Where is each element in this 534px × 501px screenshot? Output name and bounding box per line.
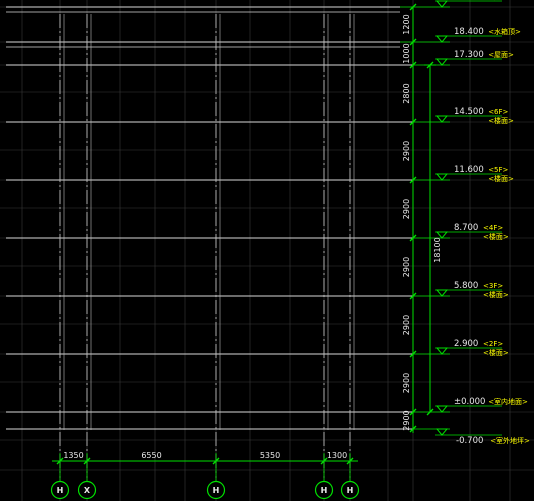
vertical-dim-value: 2900 xyxy=(402,141,411,161)
vertical-dim-value: 1000 xyxy=(402,43,411,63)
level-elevation: 17.300 xyxy=(454,50,484,60)
level-tag: <2F> xyxy=(483,340,503,348)
horizontal-dim-value: 1350 xyxy=(63,451,83,460)
vertical-dim-value: 1200 xyxy=(402,14,411,34)
level-elevation: 19.600 xyxy=(454,0,484,2)
horizontal-dim-value: 5350 xyxy=(260,451,280,460)
level-tag: <6F> xyxy=(488,108,508,116)
vertical-dim-value: 2900 xyxy=(402,199,411,219)
level-elevation: 11.600 xyxy=(454,165,484,175)
level-sub-tag: <楼面> xyxy=(483,348,509,357)
level-tag: <4F> xyxy=(483,224,503,232)
level-elevation: 2.900 xyxy=(454,339,478,349)
level-elevation: 5.800 xyxy=(454,281,478,291)
drawing-background xyxy=(0,0,534,501)
axis-label: H xyxy=(213,486,220,495)
level-elevation: 8.700 xyxy=(454,223,478,233)
axis-label: H xyxy=(57,486,64,495)
total-height-value: 18100 xyxy=(433,237,442,262)
vertical-dim-value: 2900 xyxy=(402,373,411,393)
level-tag: <5F> xyxy=(488,166,508,174)
level-tag: <室内地面> xyxy=(488,397,528,406)
level-tag: <屋面> xyxy=(488,51,514,59)
level-sub-tag: <楼面> xyxy=(488,116,514,125)
level-elevation: -0.700 xyxy=(456,436,483,446)
vertical-dim-value: 2900 xyxy=(402,315,411,335)
level-elevation: 14.500 xyxy=(454,107,484,117)
vertical-dim-value: 2800 xyxy=(402,83,411,103)
vertical-dim-value: 2900 xyxy=(402,410,411,430)
axis-label: H xyxy=(321,486,328,495)
elevation-drawing: 120010002800290029002900290029002900700 … xyxy=(0,0,534,501)
axis-label: H xyxy=(347,486,354,495)
level-tag: <3F> xyxy=(483,282,503,290)
vertical-dim-value: 2900 xyxy=(402,257,411,277)
horizontal-dim-value: 6550 xyxy=(141,451,161,460)
level-sub-tag: <楼面> xyxy=(483,290,509,299)
level-elevation: ±0.000 xyxy=(454,397,485,407)
vertical-dim-value: 700 xyxy=(401,0,416,2)
level-tag: <屋面> xyxy=(488,0,514,1)
horizontal-dim-value: 1300 xyxy=(327,451,347,460)
level-sub-tag: <楼面> xyxy=(483,232,509,241)
level-sub-tag: <楼面> xyxy=(488,174,514,183)
level-elevation: 18.400 xyxy=(454,27,484,37)
axis-label: X xyxy=(84,486,91,495)
level-tag: <水箱顶> xyxy=(488,27,521,36)
level-tag: <室外地坪> xyxy=(490,436,530,445)
